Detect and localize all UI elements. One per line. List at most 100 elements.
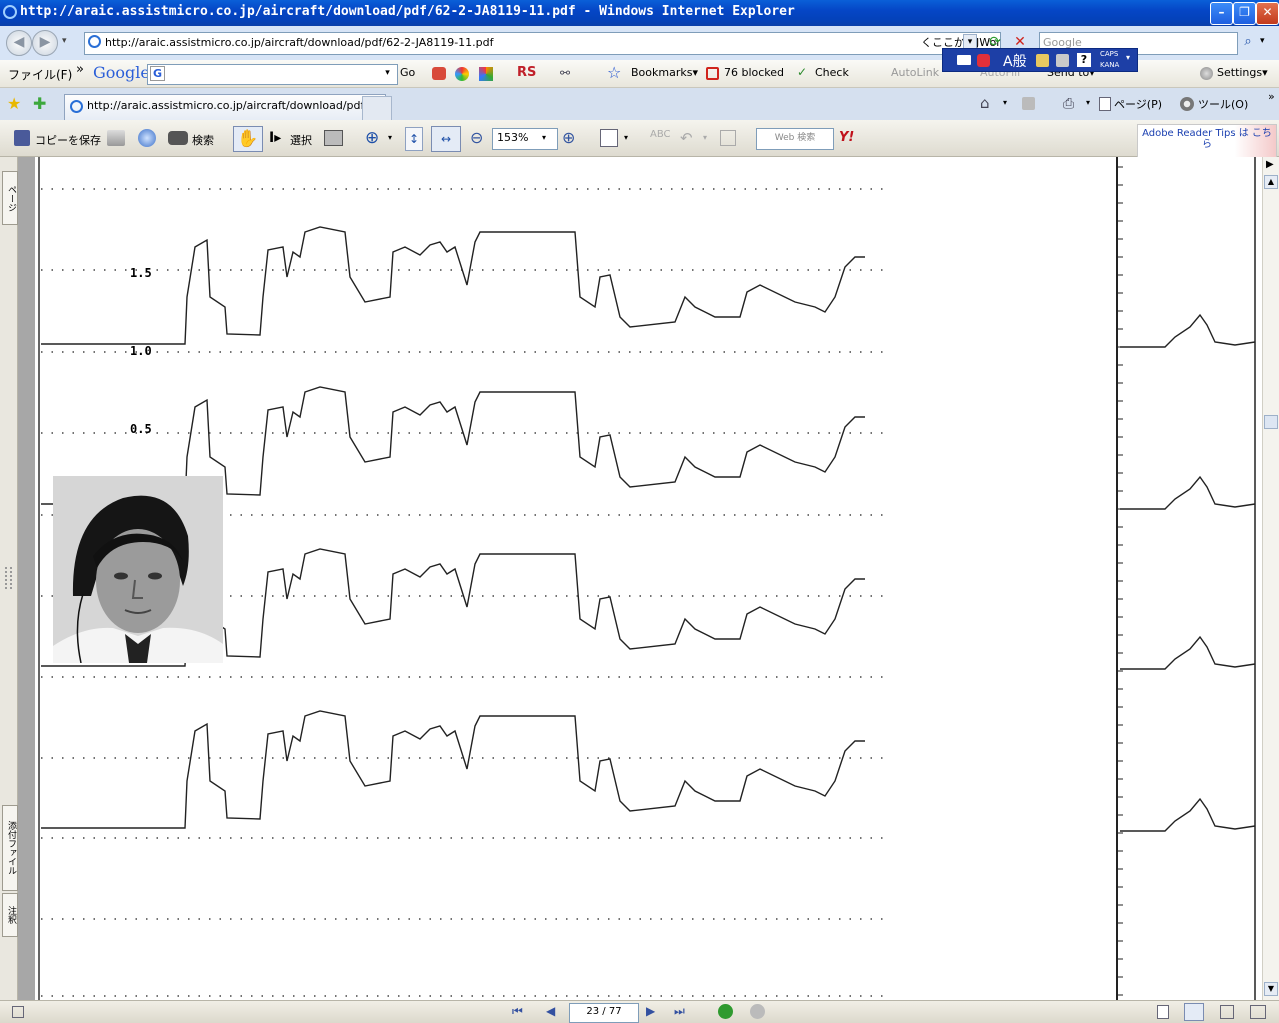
bookmark-star-icon[interactable]: ☆ bbox=[607, 63, 621, 82]
ime-mode-label[interactable]: A般 bbox=[1003, 51, 1027, 71]
menu-file[interactable]: ファイル(F) bbox=[8, 66, 72, 83]
help-icon[interactable]: ? bbox=[1077, 53, 1091, 67]
page-icon bbox=[88, 35, 101, 48]
scroll-up-button[interactable]: ▲ bbox=[1264, 175, 1278, 189]
close-button[interactable]: ✕ bbox=[1256, 2, 1279, 25]
favorites-star-icon[interactable]: ★ bbox=[7, 94, 21, 113]
tools-menu[interactable]: ツール(O) bbox=[1198, 96, 1248, 112]
snapshot-icon[interactable] bbox=[324, 130, 343, 146]
edge-trace bbox=[1120, 635, 1256, 670]
maximize-button[interactable]: ❐ bbox=[1233, 2, 1256, 25]
google-search-combo[interactable]: G ▾ bbox=[147, 64, 398, 85]
hand-tool-icon[interactable]: ✋ bbox=[233, 126, 263, 152]
print-pdf-icon[interactable] bbox=[107, 130, 125, 146]
ytick-1-5: 1.5 bbox=[130, 266, 152, 280]
zoom-in-tool-icon[interactable]: ⊕ bbox=[365, 128, 379, 148]
google-go-button[interactable]: Go bbox=[400, 66, 415, 79]
web-search-input[interactable]: Web 検索 bbox=[756, 128, 834, 150]
portrait-image bbox=[53, 476, 223, 663]
page-number-input[interactable]: 23 / 77 bbox=[569, 1003, 639, 1023]
picasa-icon[interactable] bbox=[455, 67, 469, 81]
google-logo[interactable]: Google bbox=[93, 63, 150, 82]
find-button[interactable]: 検索 bbox=[192, 132, 214, 148]
zoom-tool-dropdown-icon[interactable]: ▾ bbox=[388, 133, 392, 142]
pages-panel-tab[interactable]: ページ bbox=[2, 171, 18, 225]
select-tool-button[interactable]: 選択 bbox=[290, 132, 312, 148]
zoom-level-input[interactable]: 153% bbox=[492, 128, 558, 150]
last-page-button[interactable]: ⏭ bbox=[674, 1004, 685, 1019]
check-button[interactable]: Check bbox=[815, 66, 849, 79]
select-tool-icon[interactable]: I▸ bbox=[269, 130, 281, 146]
ime-pad-icon[interactable] bbox=[977, 54, 990, 67]
next-page-button[interactable]: ▶ bbox=[646, 1004, 655, 1018]
add-favorite-icon[interactable]: ✚ bbox=[33, 94, 46, 113]
adobe-reader-tips-link[interactable]: Adobe Reader Tips は こちら bbox=[1137, 124, 1277, 159]
spellcheck-icon: ✓ bbox=[797, 65, 808, 79]
new-tab-button[interactable] bbox=[362, 96, 392, 121]
pdf-status-bar: ⏮ ◀ 23 / 77 ▶ ⏭ bbox=[0, 1000, 1279, 1023]
panel-resize-grip[interactable] bbox=[5, 567, 12, 589]
ime-language-bar[interactable]: A般 ? CAPS KANA ▾ bbox=[942, 48, 1138, 72]
address-bar[interactable]: http://araic.assistmicro.co.jp/aircraft/… bbox=[84, 32, 1001, 55]
history-dropdown-icon[interactable]: ▾ bbox=[62, 36, 67, 46]
page-menu[interactable]: ページ(P) bbox=[1114, 96, 1162, 112]
previous-page-button[interactable]: ◀ bbox=[546, 1004, 555, 1018]
scroll-thumb[interactable] bbox=[1264, 415, 1278, 429]
document-info-icon[interactable] bbox=[12, 1006, 24, 1018]
first-page-button[interactable]: ⏮ bbox=[512, 1004, 523, 1019]
feeds-icon[interactable] bbox=[1022, 97, 1035, 110]
puzzle-icon[interactable] bbox=[479, 67, 493, 81]
menu-chevron[interactable]: » bbox=[76, 62, 84, 77]
tool-icon[interactable] bbox=[1056, 54, 1069, 67]
zoom-in-icon[interactable]: ⊕ bbox=[562, 128, 575, 147]
bookmarks-button[interactable]: Bookmarks▾ bbox=[631, 66, 698, 79]
attachments-panel-tab[interactable]: 添付ファイル bbox=[2, 805, 18, 891]
autolink-button[interactable]: AutoLink bbox=[891, 66, 939, 79]
navigation-panel: ページ 添付ファイル 注釈 bbox=[0, 157, 18, 1000]
comments-panel-tab[interactable]: 注釈 bbox=[2, 893, 18, 937]
portrait-photo bbox=[53, 476, 223, 663]
go-back-view-icon[interactable] bbox=[718, 1004, 733, 1019]
toolbar-chevron-icon[interactable]: » bbox=[1268, 90, 1275, 103]
news-icon[interactable] bbox=[432, 67, 446, 80]
minimize-button[interactable]: – bbox=[1210, 2, 1233, 25]
search-options-icon[interactable]: ▾ bbox=[1260, 36, 1265, 46]
fit-width-icon[interactable]: ↔ bbox=[431, 126, 461, 152]
email-icon[interactable] bbox=[138, 129, 156, 147]
print-icon[interactable]: ⎙ bbox=[1063, 96, 1074, 112]
edge-trace bbox=[1120, 797, 1256, 832]
address-url: http://araic.assistmicro.co.jp/aircraft/… bbox=[105, 36, 494, 49]
forward-button[interactable]: ▶ bbox=[32, 30, 58, 56]
go-forward-view-icon bbox=[750, 1004, 765, 1019]
continuous-view-icon[interactable] bbox=[1184, 1003, 1204, 1021]
keyboard-icon[interactable] bbox=[957, 55, 971, 65]
rs-button[interactable]: RS bbox=[517, 65, 536, 80]
print-dropdown-icon[interactable]: ▾ bbox=[1086, 98, 1090, 107]
scroll-down-button[interactable]: ▼ bbox=[1264, 982, 1278, 996]
yahoo-button[interactable]: Y! bbox=[839, 130, 854, 145]
zoom-dropdown-icon[interactable]: ▾ bbox=[542, 133, 546, 142]
link-icon[interactable]: ⚯ bbox=[560, 66, 570, 80]
search-icon[interactable]: ⌕ bbox=[1238, 34, 1258, 52]
back-button[interactable]: ◀ bbox=[6, 30, 32, 56]
rotate-view-icon[interactable] bbox=[600, 129, 618, 147]
home-icon[interactable]: ⌂ bbox=[980, 94, 990, 112]
facing-view-icon[interactable] bbox=[1220, 1005, 1234, 1019]
popup-blocked-count[interactable]: 76 blocked bbox=[724, 66, 784, 79]
single-page-view-icon[interactable] bbox=[1157, 1005, 1169, 1019]
settings-button[interactable]: Settings▾ bbox=[1217, 66, 1268, 79]
rotate-dropdown-icon[interactable]: ▾ bbox=[624, 133, 628, 142]
tab-title: http://araic.assistmicro.co.jp/aircraft/… bbox=[87, 99, 375, 112]
vertical-scrollbar[interactable]: ▶ ▲ ▼ bbox=[1262, 157, 1279, 1000]
ime-options-icon[interactable]: ▾ bbox=[1126, 53, 1130, 62]
zoom-out-icon[interactable]: ⊖ bbox=[470, 128, 483, 147]
combo-dropdown-icon[interactable]: ▾ bbox=[380, 66, 395, 81]
page-panel-toggle-icon[interactable]: ▶ bbox=[1266, 159, 1274, 170]
save-copy-button[interactable]: コピーを保存 bbox=[35, 132, 101, 148]
save-copy-icon bbox=[14, 130, 30, 146]
fit-height-icon[interactable]: ↕ bbox=[405, 127, 423, 151]
tab-active[interactable]: http://araic.assistmicro.co.jp/aircraft/… bbox=[64, 94, 386, 121]
home-dropdown-icon[interactable]: ▾ bbox=[1003, 98, 1007, 107]
dictionary-icon[interactable] bbox=[1036, 54, 1049, 67]
continuous-facing-view-icon[interactable] bbox=[1250, 1005, 1266, 1019]
